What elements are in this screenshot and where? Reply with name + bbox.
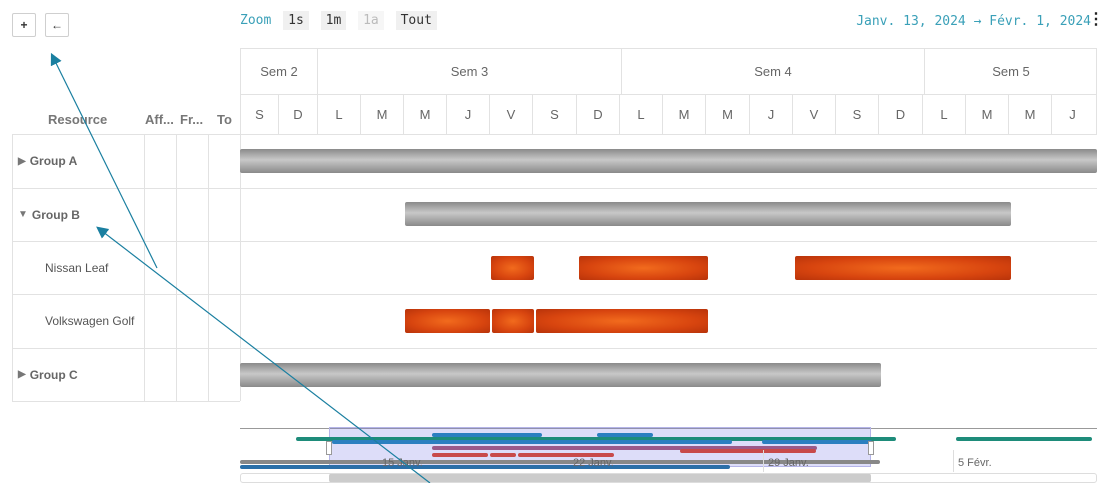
- annotation-arrows: [50, 52, 431, 483]
